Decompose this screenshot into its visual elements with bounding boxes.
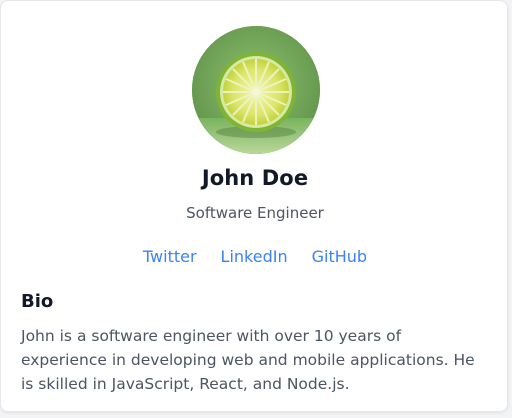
profile-name: John Doe [201, 166, 309, 190]
linkedin-link[interactable]: LinkedIn [221, 247, 288, 266]
bio-heading: Bio [21, 291, 54, 312]
twitter-link[interactable]: Twitter [143, 247, 197, 266]
profile-title: Software Engineer [186, 204, 324, 222]
bio-text: John is a software engineer with over 10… [21, 327, 475, 393]
github-link[interactable]: GitHub [312, 247, 367, 266]
profile-card: John Doe Software Engineer Twitter Linke… [0, 0, 508, 412]
avatar [192, 26, 320, 154]
social-links: Twitter LinkedIn GitHub [1, 247, 509, 266]
lime-slice-icon [192, 26, 320, 154]
